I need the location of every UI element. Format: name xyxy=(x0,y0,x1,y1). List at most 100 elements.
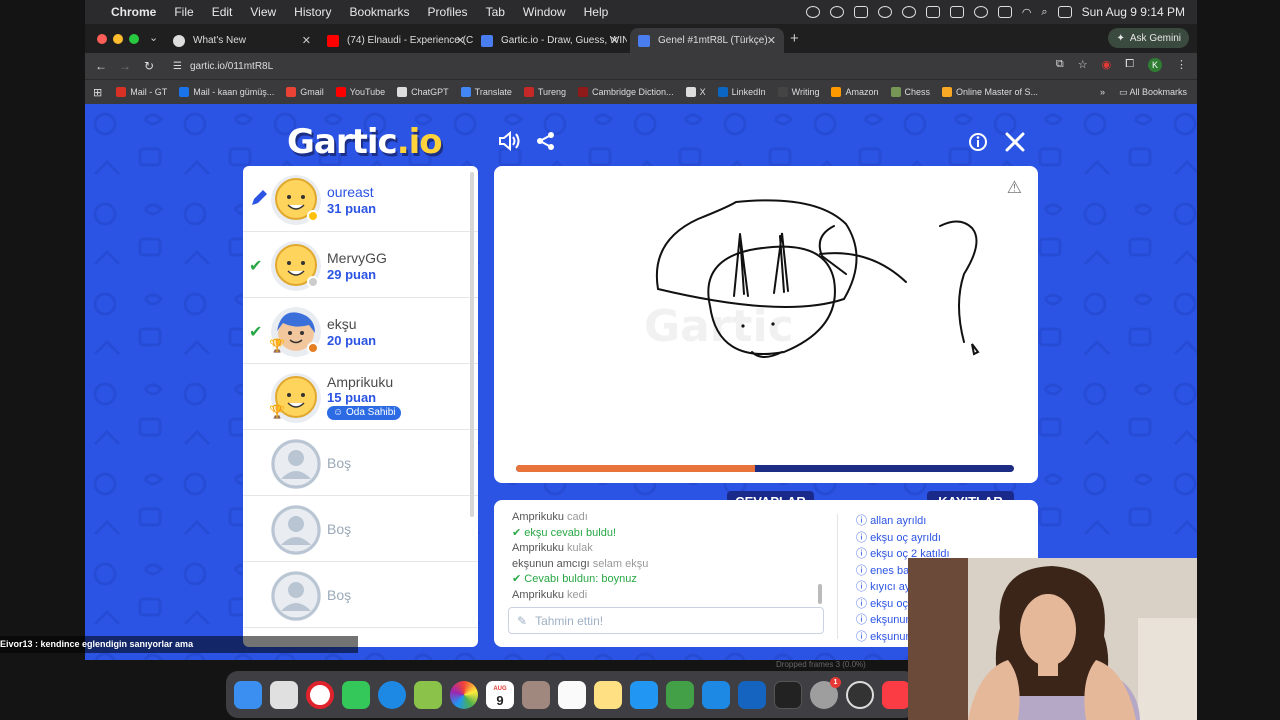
tab-youtube[interactable]: (74) Elnaudi - Experience (C ✕ xyxy=(319,28,473,53)
guess-input[interactable]: ✎ Tahmin ettin! xyxy=(508,607,824,634)
search-icon[interactable]: ⌕ xyxy=(1041,6,1047,19)
report-warning-icon[interactable]: ⚠ xyxy=(1007,178,1022,198)
extension-icon[interactable]: ◉ xyxy=(1102,58,1112,72)
numbers-icon[interactable] xyxy=(666,680,694,709)
close-tab-icon[interactable]: ✕ xyxy=(610,34,619,47)
bookmark-item[interactable]: Cambridge Diction... xyxy=(578,87,674,97)
site-info-icon[interactable]: ☰ xyxy=(173,61,182,72)
new-tab-icon[interactable]: + xyxy=(790,30,799,47)
player-row[interactable]: ✔ MervyGG 29 puan xyxy=(243,232,478,298)
bookmark-item[interactable]: Online Master of S... xyxy=(942,87,1038,97)
control-center-icon[interactable] xyxy=(1057,6,1072,18)
bookmark-item[interactable]: Mail - kaan gümüş... xyxy=(179,87,274,97)
menu-file[interactable]: File xyxy=(174,5,193,19)
extensions-puzzle-icon[interactable]: ⧠ xyxy=(1125,58,1134,72)
menu-history[interactable]: History xyxy=(294,5,331,19)
close-tab-icon[interactable]: ✕ xyxy=(456,34,465,47)
wifi-icon[interactable]: ◠ xyxy=(1022,6,1032,19)
ask-gemini-button[interactable]: ✦ Ask Gemini xyxy=(1108,28,1189,48)
tab-gartic[interactable]: Gartic.io - Draw, Guess, WIN ✕ xyxy=(473,28,627,53)
notes-icon[interactable] xyxy=(594,680,622,709)
bookmark-item[interactable]: YouTube xyxy=(335,87,385,97)
bookmark-item[interactable]: Gmail xyxy=(286,87,324,97)
close-tab-icon[interactable]: ✕ xyxy=(767,34,776,47)
blocked-icon[interactable] xyxy=(901,6,916,18)
drawing-canvas[interactable]: Gartic ⚠ xyxy=(494,166,1038,483)
finder-icon[interactable] xyxy=(234,680,262,709)
close-icon[interactable] xyxy=(1004,131,1026,153)
menu-view[interactable]: View xyxy=(250,5,276,19)
forward-icon[interactable]: → xyxy=(113,59,137,73)
bookmark-item[interactable]: Chess xyxy=(890,87,930,97)
more-menu-icon[interactable]: ⋮ xyxy=(1176,58,1187,72)
close-window-button[interactable] xyxy=(97,34,107,44)
launchpad-icon[interactable] xyxy=(270,680,298,709)
system-settings-icon[interactable]: 1 xyxy=(810,676,841,709)
play-icon[interactable] xyxy=(973,6,988,18)
screenshot-icon[interactable] xyxy=(853,6,868,18)
menu-window[interactable]: Window xyxy=(523,5,566,19)
bookmark-star-icon[interactable]: ☆ xyxy=(1078,58,1088,72)
opera-icon[interactable] xyxy=(306,680,334,709)
install-icon[interactable]: ⧉ xyxy=(1056,58,1064,72)
status-icon[interactable] xyxy=(805,6,820,18)
bookmark-item[interactable]: Mail - GT xyxy=(116,87,167,97)
reminders-icon[interactable] xyxy=(558,680,586,709)
outlook-icon[interactable] xyxy=(738,680,766,709)
bookmark-item[interactable]: Amazon xyxy=(831,87,879,97)
player-row[interactable]: 🏆 Amprikuku 15 puan ☺ Oda Sahibi xyxy=(243,364,478,430)
profile-avatar[interactable]: K xyxy=(1148,58,1162,72)
player-row[interactable]: ✔ 🏆 ekşu 20 puan xyxy=(243,298,478,364)
calendar-icon[interactable]: AUG 9 xyxy=(486,680,514,709)
all-bookmarks[interactable]: ▭ All Bookmarks xyxy=(1119,87,1187,98)
bookmark-item[interactable]: ChatGPT xyxy=(397,87,449,97)
chatgpt-icon[interactable] xyxy=(829,6,844,18)
chat-scrollbar[interactable] xyxy=(818,584,822,604)
battery-icon[interactable] xyxy=(997,6,1012,18)
menu-edit[interactable]: Edit xyxy=(212,5,233,19)
display-icon[interactable] xyxy=(925,6,940,18)
zoom-window-button[interactable] xyxy=(129,34,139,44)
tab-whats-new[interactable]: What's New ✕ xyxy=(165,28,319,53)
menu-tab[interactable]: Tab xyxy=(486,5,505,19)
calendar-day: 9 xyxy=(496,692,504,708)
app-store-icon[interactable] xyxy=(702,680,730,709)
safari-icon[interactable] xyxy=(378,680,406,709)
menu-bookmarks[interactable]: Bookmarks xyxy=(350,5,410,19)
window-icon[interactable] xyxy=(949,6,964,18)
apps-grid-icon[interactable]: ⊞ xyxy=(93,86,102,99)
cloud-icon[interactable] xyxy=(877,6,892,18)
photos-icon[interactable] xyxy=(450,680,478,709)
players-scrollbar[interactable] xyxy=(470,172,474,517)
chat-user: Amprikuku xyxy=(512,542,564,555)
maps-icon[interactable] xyxy=(414,680,442,709)
tab-search-chevron-icon[interactable]: ⌄ xyxy=(149,31,158,44)
music-icon[interactable] xyxy=(882,680,910,709)
messages-icon[interactable] xyxy=(342,680,370,709)
keynote-icon[interactable] xyxy=(630,680,658,709)
menu-help[interactable]: Help xyxy=(584,5,609,19)
bookmark-item[interactable]: LinkedIn xyxy=(717,87,766,97)
minimize-window-button[interactable] xyxy=(113,34,123,44)
bookmark-item[interactable]: Tureng xyxy=(523,87,566,97)
contacts-icon[interactable] xyxy=(522,680,550,709)
bookmark-item[interactable]: Writing xyxy=(777,87,819,97)
share-icon[interactable] xyxy=(536,131,556,151)
address-bar[interactable]: ☰ gartic.io/011mtR8L xyxy=(165,56,1065,76)
sound-icon[interactable] xyxy=(498,131,522,151)
bookmarks-overflow-icon[interactable]: » xyxy=(1100,87,1105,98)
menu-profiles[interactable]: Profiles xyxy=(428,5,468,19)
tab-genel[interactable]: Genel #1mtR8L (Türkçe) ✕ xyxy=(630,28,784,53)
player-row[interactable]: oureast 31 puan xyxy=(243,166,478,232)
tab-strip: ⌄ What's New ✕ (74) Elnaudi - Experience… xyxy=(85,24,1197,53)
terminal-icon[interactable] xyxy=(774,680,802,709)
back-icon[interactable]: ← xyxy=(89,59,113,73)
close-tab-icon[interactable]: ✕ xyxy=(302,34,311,47)
bookmark-item[interactable]: Translate xyxy=(460,87,512,97)
obs-icon[interactable] xyxy=(846,680,874,709)
info-icon[interactable] xyxy=(968,132,988,152)
clock[interactable]: Sun Aug 9 9:14 PM xyxy=(1082,5,1185,19)
reload-icon[interactable]: ↻ xyxy=(137,59,161,73)
menu-app[interactable]: Chrome xyxy=(111,5,156,19)
bookmark-item[interactable]: X xyxy=(685,87,706,97)
